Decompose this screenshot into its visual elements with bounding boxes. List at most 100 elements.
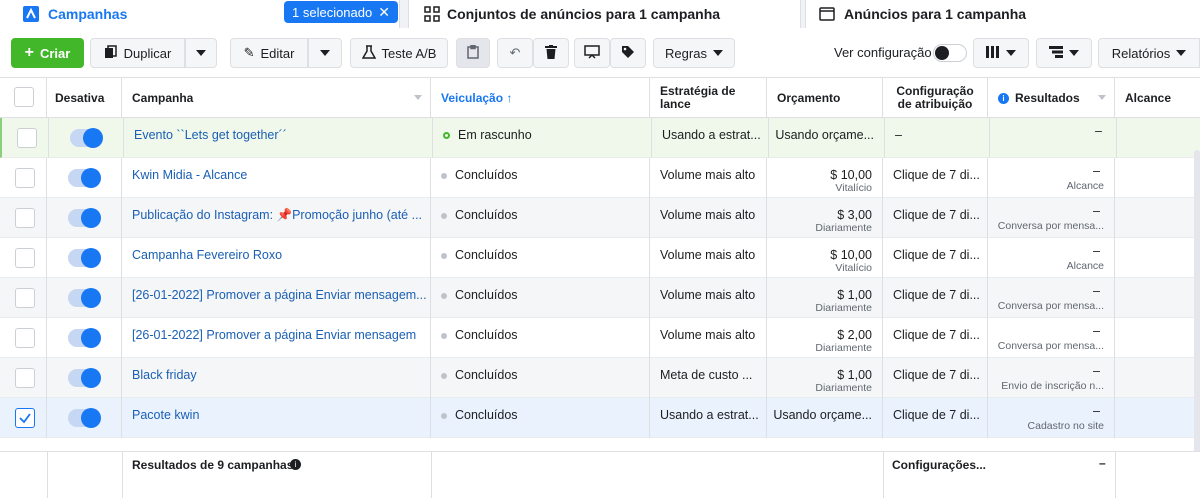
col-deactivate[interactable]: Desativa <box>47 78 122 118</box>
edit-label: Editar <box>260 45 295 61</box>
col-reach[interactable]: Alcance <box>1115 78 1200 118</box>
strategy-value: Usando a estrat... <box>660 408 759 422</box>
delivery-status: Concluídos <box>441 168 518 182</box>
delivery-label: Em rascunho <box>458 128 532 142</box>
duplicate-button[interactable]: Duplicar <box>90 38 185 68</box>
toggle-knob <box>935 46 949 60</box>
col-budget[interactable]: Orçamento <box>767 78 883 118</box>
edit-button[interactable]: ✎ Editar <box>230 38 308 68</box>
row-checkbox[interactable] <box>15 328 35 348</box>
row-toggle-cell <box>47 278 122 318</box>
budget-type: Diariamente <box>815 302 872 314</box>
campaign-name-link[interactable]: Black friday <box>132 368 197 382</box>
col-campaign[interactable]: Campanha <box>122 78 431 118</box>
row-checkbox[interactable] <box>15 288 35 308</box>
chevron-down-icon <box>712 50 723 56</box>
status-dot-icon <box>441 212 447 219</box>
delete-button[interactable] <box>533 38 569 68</box>
campaign-name-link[interactable]: Pacote kwin <box>132 408 199 422</box>
result-type: Alcance <box>1066 260 1104 272</box>
create-button[interactable]: + Criar <box>11 38 84 68</box>
col-attribution[interactable]: Configuração de atribuição <box>883 78 988 118</box>
undo-icon: ↶ <box>509 45 521 60</box>
row-checkbox[interactable] <box>15 168 35 188</box>
see-config-toggle[interactable] <box>933 44 967 62</box>
close-icon[interactable]: ✕ <box>378 4 390 21</box>
table-row[interactable]: [26-01-2022] Promover a página Enviar me… <box>0 318 1200 358</box>
row-select-cell <box>0 358 47 398</box>
delivery-cell: Concluídos <box>431 238 650 278</box>
tab-adsets[interactable]: Conjuntos de anúncios para 1 campanha <box>408 0 801 28</box>
campaign-name-link[interactable]: [26-01-2022] Promover a página Enviar me… <box>132 328 416 342</box>
preview-button[interactable] <box>574 38 610 68</box>
duplicate-dropdown[interactable] <box>185 38 217 68</box>
budget-type: Vitalício <box>835 182 872 194</box>
col-strategy[interactable]: Estratégia de lance <box>650 78 767 118</box>
campaign-name-link[interactable]: Kwin Midia - Alcance <box>132 168 247 182</box>
undo-button[interactable]: ↶ <box>497 38 533 68</box>
campaign-name-link[interactable]: Campanha Fevereiro Roxo <box>132 248 282 262</box>
table-row[interactable]: [26-01-2022] Promover a página Enviar me… <box>0 278 1200 318</box>
row-checkbox[interactable] <box>17 128 37 148</box>
attribution-value: Clique de 7 di... <box>893 168 980 182</box>
reports-dropdown[interactable]: Relatórios <box>1098 38 1200 68</box>
result-value: – <box>1093 204 1100 218</box>
row-checkbox[interactable] <box>15 368 35 388</box>
footer-result: – <box>1099 456 1106 470</box>
campaign-name-link[interactable]: Evento ``Lets get together´´ <box>134 128 287 142</box>
delivery-label: Concluídos <box>455 328 518 342</box>
attribution-cell: Clique de 7 di... <box>883 198 988 238</box>
delivery-cell: Concluídos <box>431 358 650 398</box>
sort-caret-icon <box>414 95 422 100</box>
table-row[interactable]: Publicação do Instagram: 📌Promoção junho… <box>0 198 1200 238</box>
select-all-checkbox[interactable] <box>14 87 34 107</box>
edit-dropdown[interactable] <box>308 38 342 68</box>
status-dot-icon <box>441 172 447 179</box>
delivery-status: Concluídos <box>441 408 518 422</box>
table-row[interactable]: Campanha Fevereiro Roxo Concluídos Volume … <box>0 238 1200 278</box>
strategy-cell: Usando a estrat... <box>652 118 769 158</box>
tab-ads[interactable]: Anúncios para 1 campanha <box>805 0 1200 28</box>
campaign-on-off-toggle[interactable] <box>68 408 101 428</box>
grid-icon <box>423 5 441 23</box>
scrollbar[interactable] <box>1194 150 1200 490</box>
tab-campaigns[interactable]: Campanhas 1 selecionado ✕ <box>0 0 400 28</box>
table-row[interactable]: Black friday Concluídos Meta de custo ... $… <box>0 358 1200 398</box>
strategy-cell: Meta de custo ... <box>650 358 767 398</box>
col-results[interactable]: i Resultados <box>988 78 1115 118</box>
row-checkbox[interactable] <box>15 208 35 228</box>
campaign-on-off-toggle[interactable] <box>68 288 101 308</box>
info-icon: i <box>998 92 1009 104</box>
breakdown-button[interactable] <box>1036 38 1092 68</box>
campaign-on-off-toggle[interactable] <box>68 248 101 268</box>
result-type: Alcance <box>1066 180 1104 192</box>
rules-dropdown[interactable]: Regras <box>653 38 735 68</box>
campaign-on-off-toggle[interactable] <box>68 168 101 188</box>
ab-test-button[interactable]: Teste A/B <box>350 38 448 68</box>
row-checkbox[interactable] <box>15 248 35 268</box>
budget-type: Vitalício <box>835 262 872 274</box>
campaign-on-off-toggle[interactable] <box>68 208 101 228</box>
tag-button[interactable] <box>610 38 646 68</box>
strategy-value: Usando a estrat... <box>662 128 761 142</box>
campaign-on-off-toggle[interactable] <box>70 128 103 148</box>
strategy-value: Volume mais alto <box>660 328 756 342</box>
col-delivery[interactable]: Veiculação ↑ <box>431 78 650 118</box>
row-checkbox[interactable] <box>15 408 35 428</box>
campaign-on-off-toggle[interactable] <box>68 328 101 348</box>
table-row[interactable]: Evento ``Lets get together´´ Em rascunho U… <box>0 118 1200 158</box>
selected-pill[interactable]: 1 selecionado ✕ <box>284 1 398 23</box>
col-deactivate-label: Desativa <box>55 90 105 105</box>
table-row[interactable]: Pacote kwin Concluídos Usando a estrat... U… <box>0 398 1200 438</box>
columns-button[interactable] <box>973 38 1029 68</box>
plus-icon: + <box>24 44 34 61</box>
campaign-name-link[interactable]: [26-01-2022] Promover a página Enviar me… <box>132 288 427 302</box>
reach-cell <box>1117 118 1200 158</box>
campaign-on-off-toggle[interactable] <box>68 368 101 388</box>
delivery-label: Concluídos <box>455 408 518 422</box>
attribution-value: Clique de 7 di... <box>893 368 980 382</box>
campaign-name-link[interactable]: Publicação do Instagram: 📌Promoção junho… <box>132 208 422 223</box>
clipboard-button[interactable] <box>456 38 490 68</box>
table-row[interactable]: Kwin Midia - Alcance Concluídos Volume mai… <box>0 158 1200 198</box>
attribution-cell: – <box>885 118 990 158</box>
